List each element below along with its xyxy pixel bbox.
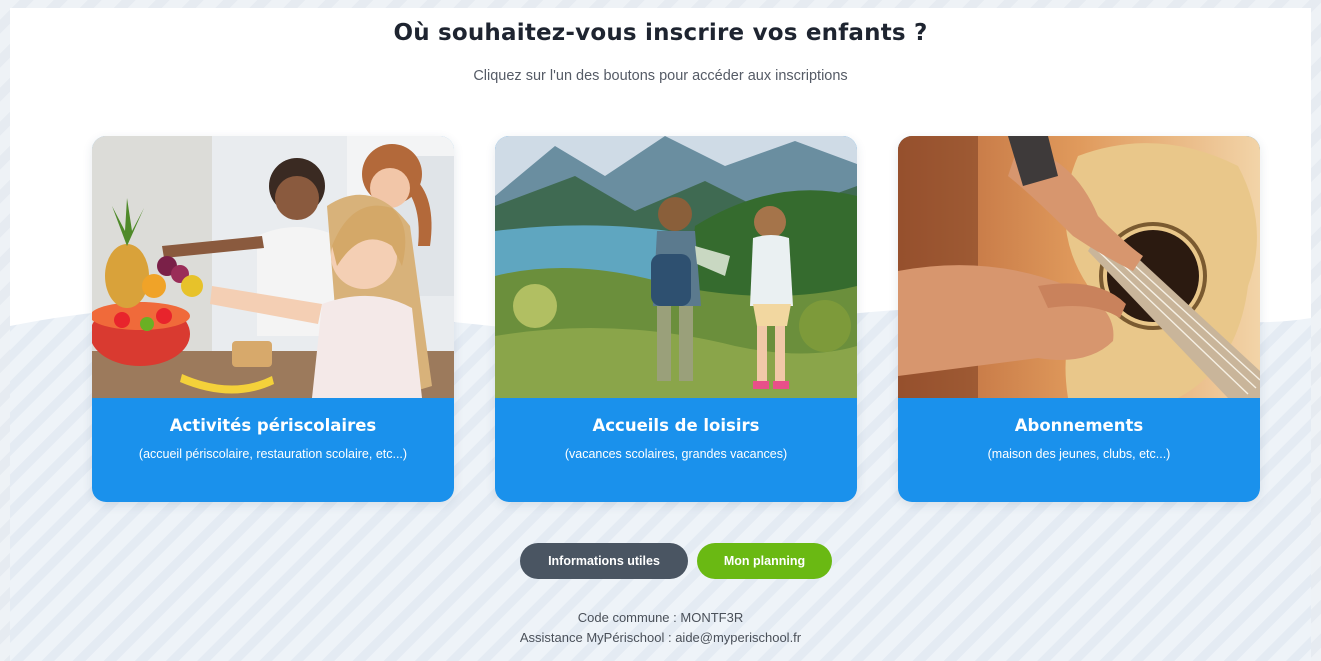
guitar-lesson-photo — [898, 136, 1260, 398]
card-title: Abonnements — [1014, 416, 1144, 435]
card-abonnements[interactable]: Abonnements (maison des jeunes, clubs, e… — [898, 136, 1260, 502]
informations-utiles-button[interactable]: Informations utiles — [520, 543, 688, 579]
commune-code-label: Code commune : — [577, 610, 681, 625]
commune-code-line: Code commune : MONTF3R — [10, 610, 1311, 625]
card-description: (vacances scolaires, grandes vacances) — [564, 447, 788, 461]
card-description: (accueil périscolaire, restauration scol… — [138, 447, 408, 461]
card-activites-periscolaires[interactable]: Activités périscolaires (accueil périsco… — [92, 136, 454, 502]
assistance-email-link[interactable]: aide@myperischool.fr — [675, 630, 801, 645]
page-subtitle: Cliquez sur l'un des boutons pour accéde… — [473, 68, 848, 84]
mon-planning-button[interactable]: Mon planning — [697, 543, 832, 579]
assistance-label: Assistance MyPérischool : — [519, 630, 676, 645]
page-title: Où souhaitez-vous inscrire vos enfants ? — [393, 20, 928, 46]
card-description: (maison des jeunes, clubs, etc...) — [987, 447, 1171, 461]
card-title: Accueils de loisirs — [592, 416, 760, 435]
commune-code-value: MONTF3R — [680, 610, 744, 625]
assistance-line: Assistance MyPérischool : aide@myperisch… — [10, 630, 1311, 645]
children-mountain-lake-photo — [495, 136, 857, 398]
card-body: Abonnements (maison des jeunes, clubs, e… — [898, 398, 1260, 502]
registration-page: Où souhaitez-vous inscrire vos enfants ?… — [10, 8, 1311, 661]
card-body: Accueils de loisirs (vacances scolaires,… — [495, 398, 857, 502]
card-body: Activités périscolaires (accueil périsco… — [92, 398, 454, 502]
card-title: Activités périscolaires — [169, 416, 377, 435]
children-at-canteen-photo — [92, 136, 454, 398]
card-accueils-de-loisirs[interactable]: Accueils de loisirs (vacances scolaires,… — [495, 136, 857, 502]
